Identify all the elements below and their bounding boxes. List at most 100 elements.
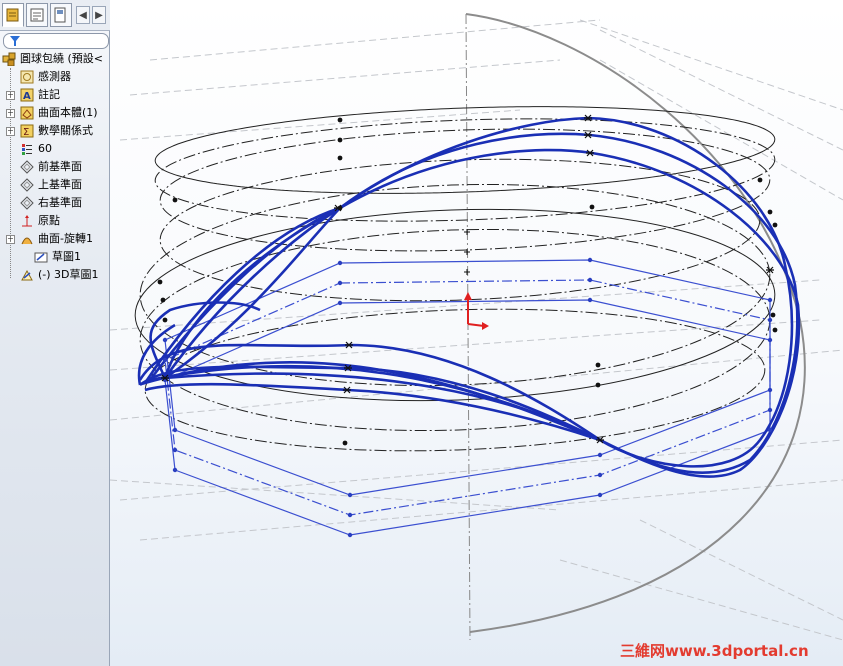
sketch-point (347, 512, 353, 518)
construction-ellipse (144, 308, 766, 452)
sensor-icon (20, 70, 34, 84)
construction-ellipse (159, 158, 761, 302)
tree-item[interactable]: 60 (0, 140, 110, 158)
tree-item[interactable]: 草圖1 (0, 248, 110, 266)
equation-icon: Σ (20, 124, 34, 138)
design-table-icon (22, 144, 32, 155)
construction-point (337, 155, 343, 161)
tree-item-label: 60 (38, 142, 52, 155)
sketch-point (767, 427, 773, 433)
construction-point (337, 117, 343, 123)
sketch-point (767, 387, 773, 393)
plane-icon (20, 178, 34, 192)
tree-item-label: 草圖1 (52, 250, 81, 263)
sketch-polygon (164, 299, 771, 536)
sketch-point (767, 407, 773, 413)
tree-root-part[interactable]: 圓球包繞 (預設< (0, 50, 110, 68)
tree-item[interactable]: + Σ 數學關係式 (0, 122, 110, 140)
construction-point (337, 137, 343, 143)
3d-sketch-icon (21, 269, 33, 281)
reference-plane-edge (149, 19, 601, 61)
sketch-point (162, 357, 168, 363)
construction-point (595, 362, 601, 368)
tab-scroll-right-button[interactable]: ▶ (92, 6, 106, 24)
sketch-point (767, 337, 773, 343)
reference-plane-edge (119, 109, 521, 141)
construction-point (342, 440, 348, 446)
feature-tree: 圓球包繞 (預設< 感測器 + A 註記 + 曲面本體(1) + Σ 數學關係式 60 前基準面 上基… (0, 50, 110, 284)
configuration-manager-tab[interactable] (50, 3, 72, 27)
sketch-point (597, 492, 603, 498)
tree-item-label: 右基準面 (38, 196, 82, 209)
intersection-point (584, 131, 592, 139)
tree-item-label: 前基準面 (38, 160, 82, 173)
svg-text:A: A (23, 91, 31, 102)
tree-item[interactable]: 感測器 (0, 68, 110, 86)
plane-icon (20, 160, 34, 174)
configuration-icon (54, 7, 66, 23)
tree-item[interactable]: 右基準面 (0, 194, 110, 212)
intersection-point (596, 436, 604, 444)
tree-item[interactable]: + A 註記 (0, 86, 110, 104)
tree-item[interactable]: + 曲面-旋轉1 (0, 230, 110, 248)
property-manager-tab[interactable] (26, 3, 48, 27)
sketch-point (587, 277, 593, 283)
part-name: 圓球包繞 (預設< (20, 52, 104, 65)
plane-icon (20, 196, 34, 210)
construction-point (595, 382, 601, 388)
construction-ellipse (154, 106, 776, 194)
surface-body-icon (20, 106, 34, 120)
tree-item[interactable]: 原點 (0, 212, 110, 230)
reference-plane-edge (129, 59, 561, 96)
intersection-point (586, 149, 594, 157)
tree-item[interactable]: 前基準面 (0, 158, 110, 176)
reference-plane-edge (599, 29, 843, 151)
sketch-point (587, 297, 593, 303)
panel-tab-bar: ◀ ▶ (0, 0, 110, 31)
feature-tree-icon (6, 8, 19, 22)
construction-point (157, 279, 163, 285)
reference-plane-edge (639, 519, 843, 621)
construction-point (772, 222, 778, 228)
construction-point (772, 327, 778, 333)
graphics-viewport[interactable] (110, 0, 843, 666)
sketch-point (337, 300, 343, 306)
tree-item-label: 原點 (38, 214, 60, 227)
watermark-text: 三維网www.3dportal.cn (620, 642, 809, 660)
sketch-point (162, 337, 168, 343)
tree-connector-line (10, 68, 11, 278)
tree-item-label: 註記 (38, 88, 60, 101)
intersection-point (343, 386, 351, 394)
construction-point (160, 297, 166, 303)
tree-item-label: (-) 3D草圖1 (38, 268, 99, 281)
sketch-point (172, 467, 178, 473)
reference-plane-edge (559, 559, 843, 641)
model-view (110, 13, 843, 641)
intersection-point (345, 341, 353, 349)
construction-point (770, 312, 776, 318)
tree-item[interactable]: + 曲面本體(1) (0, 104, 110, 122)
sketch-point (347, 532, 353, 538)
sketch-point (337, 280, 343, 286)
property-icon (30, 8, 44, 22)
construction-point (767, 209, 773, 215)
sketch-point (337, 260, 343, 266)
sketch-point (172, 447, 178, 453)
tab-scroll-left-button[interactable]: ◀ (76, 6, 90, 24)
tree-item-label: 上基準面 (38, 178, 82, 191)
sketch-point (172, 427, 178, 433)
tree-item-label: 曲面本體(1) (38, 106, 98, 119)
part-icon (2, 52, 16, 66)
tree-item[interactable]: (-) 3D草圖1 (0, 266, 110, 284)
filter-icon (10, 36, 20, 46)
construction-point (589, 204, 595, 210)
tree-item[interactable]: 上基準面 (0, 176, 110, 194)
sketch-point (767, 297, 773, 303)
tree-filter-input[interactable] (3, 33, 109, 49)
tree-item-label: 數學關係式 (38, 124, 93, 137)
sketch-point (347, 492, 353, 498)
revolve-surface-icon (21, 237, 33, 245)
feature-manager-tab[interactable] (2, 3, 24, 27)
tree-item-label: 曲面-旋轉1 (38, 232, 93, 245)
construction-point (162, 317, 168, 323)
